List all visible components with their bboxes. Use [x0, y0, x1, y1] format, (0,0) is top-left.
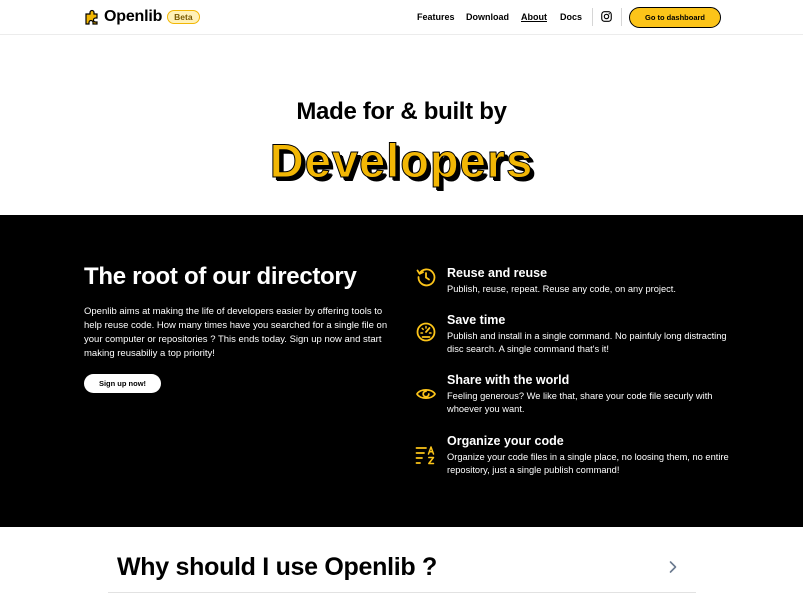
feature-text: Publish, reuse, repeat. Reuse any code, … [447, 284, 676, 294]
sort-az-icon [415, 446, 435, 465]
instagram-icon[interactable] [601, 11, 612, 22]
nav-divider [621, 8, 622, 26]
beta-badge: Beta [167, 10, 200, 24]
feature-title: Save time [447, 313, 506, 327]
nav-link-download[interactable]: Download [466, 12, 509, 22]
why-openlib-heading[interactable]: Why should I use Openlib ? [117, 552, 437, 582]
go-to-dashboard-button[interactable]: Go to dashboard [629, 7, 721, 28]
feature-text: Organize your code files in a single pla… [447, 452, 729, 475]
feature-text: Publish and install in a single command.… [447, 331, 727, 354]
top-navbar: Openlib Beta Features Download About Doc… [0, 0, 803, 35]
hero-title: Developers [269, 134, 534, 188]
feature-title: Organize your code [447, 434, 564, 448]
directory-section: The root of our directory Openlib aims a… [0, 215, 803, 527]
nav-divider [592, 8, 593, 26]
feature-text: Feeling generous? We like that, share yo… [447, 391, 713, 414]
nav-link-docs[interactable]: Docs [560, 12, 582, 22]
puzzle-logo-icon [85, 9, 98, 25]
speedometer-icon [416, 322, 436, 342]
brand-name: Openlib [104, 8, 163, 25]
directory-description: Openlib aims at making the life of devel… [84, 306, 388, 359]
feature-title: Reuse and reuse [447, 266, 548, 280]
sign-up-button[interactable]: Sign up now! [84, 374, 161, 393]
nav-link-features[interactable]: Features [417, 12, 455, 22]
accordion-divider [108, 592, 696, 593]
chevron-right-icon[interactable] [668, 560, 678, 574]
directory-title: The root of our directory [84, 263, 357, 290]
nav-link-about[interactable]: About [521, 12, 547, 22]
eye-icon [416, 388, 436, 400]
brand[interactable]: Openlib Beta [84, 8, 200, 26]
hero-subtitle: Made for & built by [296, 98, 507, 125]
feature-title: Share with the world [447, 373, 570, 387]
history-icon [416, 268, 436, 287]
